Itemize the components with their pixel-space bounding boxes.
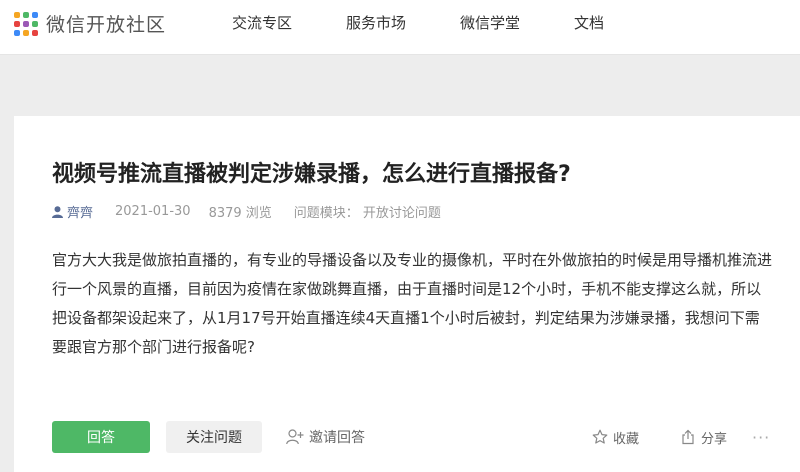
star-icon	[592, 429, 608, 444]
favorite-button[interactable]: 收藏	[592, 421, 639, 453]
nav-item-docs[interactable]: 文档	[574, 0, 604, 54]
more-options-icon[interactable]: ···	[752, 421, 770, 453]
share-icon	[682, 429, 694, 445]
question-module[interactable]: 问题模块： 开放讨论问题	[294, 202, 441, 221]
share-label: 分享	[701, 431, 728, 447]
question-body: 官方大大我是做旅拍直播的，有专业的导播设备以及专业的摄像机，平时在外做旅拍的时候…	[52, 251, 773, 356]
add-user-icon	[286, 429, 304, 445]
nav-item-services[interactable]: 服务市场	[346, 0, 406, 54]
view-count: 8379 浏览	[208, 206, 272, 221]
main-nav: 交流专区 服务市场 微信学堂 文档	[232, 0, 658, 54]
nav-item-community[interactable]: 交流专区	[232, 0, 292, 54]
nav-item-academy[interactable]: 微信学堂	[460, 0, 520, 54]
share-button[interactable]: 分享	[680, 421, 727, 453]
logo-icon	[14, 11, 38, 36]
question-meta: 齊齊 2021-01-30 8379 浏览 问题模块： 开放讨论问题	[52, 202, 459, 221]
question-title: 视频号推流直播被判定涉嫌录播，怎么进行直播报备?	[52, 162, 571, 187]
favorite-label: 收藏	[613, 431, 640, 447]
author-name: 齊齊	[67, 206, 94, 221]
invite-label: 邀请回答	[309, 430, 365, 446]
follow-question-button[interactable]: 关注问题	[166, 421, 262, 453]
top-header: 微信开放社区 交流专区 服务市场 微信学堂 文档	[0, 0, 800, 55]
author-link[interactable]: 齊齊	[52, 202, 93, 221]
post-date: 2021-01-30	[115, 204, 191, 219]
invite-answer-button[interactable]: 邀请回答	[286, 421, 365, 453]
question-card: 视频号推流直播被判定涉嫌录播，怎么进行直播报备? 齊齊 2021-01-30 8…	[14, 116, 800, 472]
answer-button[interactable]: 回答	[52, 421, 150, 453]
user-icon	[52, 205, 63, 218]
site-title: 微信开放社区	[46, 14, 167, 36]
site-logo[interactable]: 微信开放社区	[14, 10, 166, 37]
